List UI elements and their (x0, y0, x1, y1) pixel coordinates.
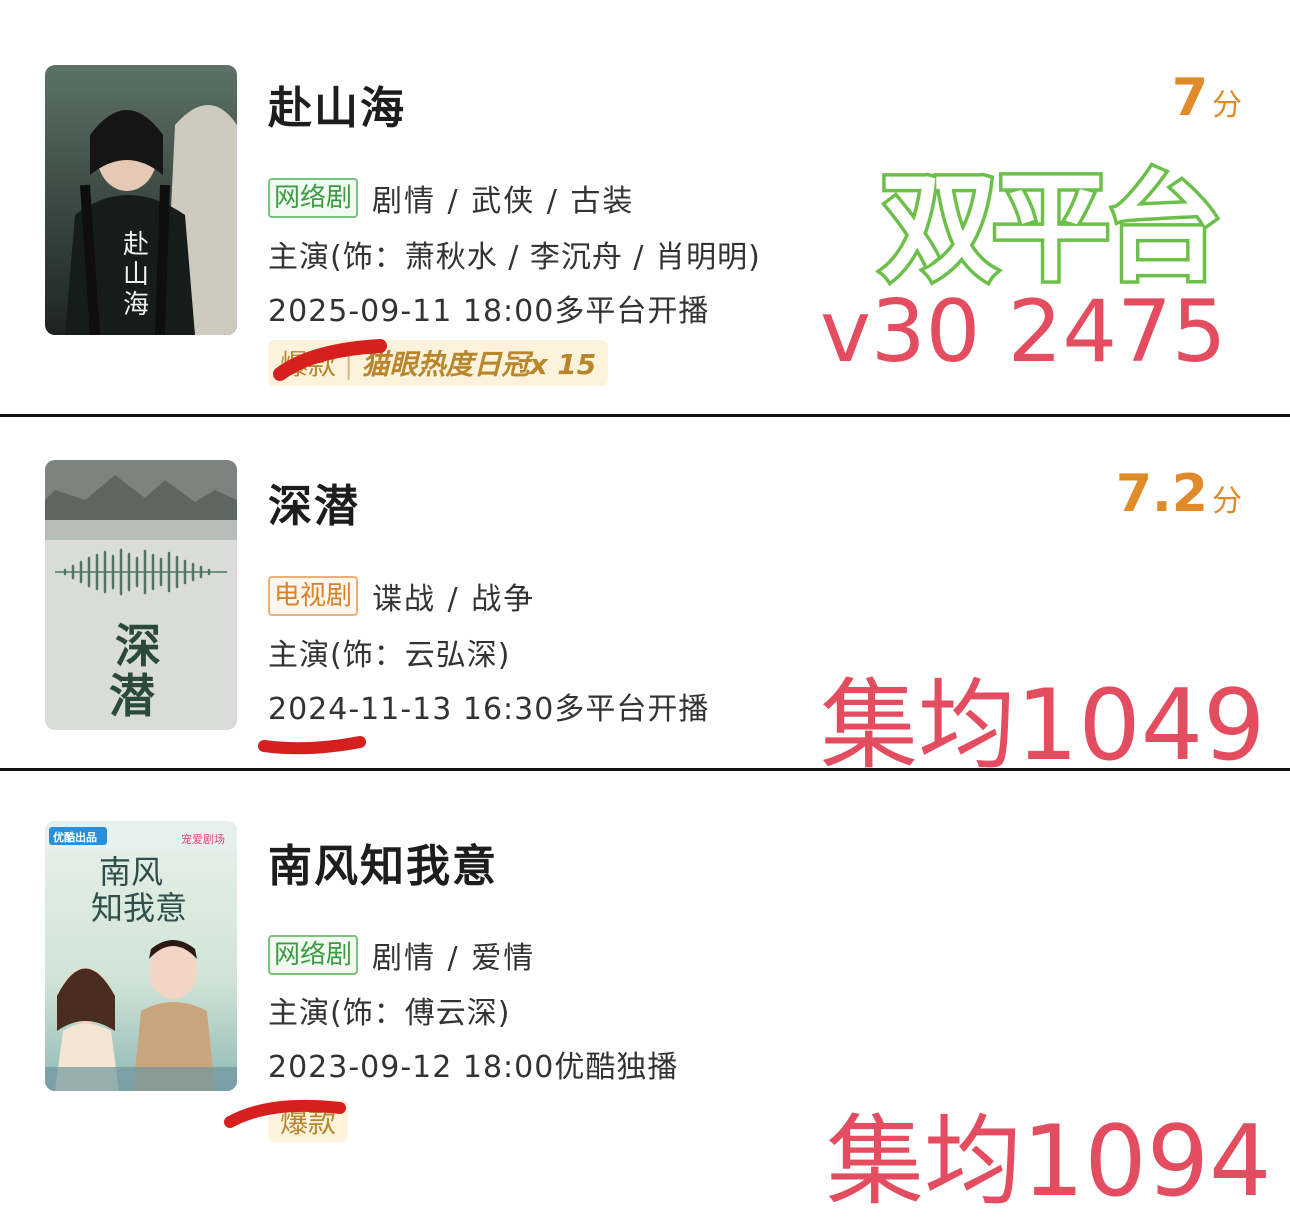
episode-average-annotation-1: 集均1049 (820, 669, 1266, 783)
rating-unit: 分 (1212, 484, 1242, 519)
show-title[interactable]: 深潜 (268, 470, 360, 534)
airing-text: 2023-09-12 18:00优酷独播 (268, 1050, 679, 1085)
show-title[interactable]: 南风知我意 (268, 830, 498, 894)
show-title[interactable]: 赴山海 (268, 72, 406, 136)
rating-unit: 分 (1212, 88, 1242, 123)
episode-average-annotation-2: 集均1094 (826, 1105, 1272, 1219)
rating-value: 7.2 (1115, 464, 1208, 524)
poster-image[interactable]: 赴山海 (45, 65, 237, 335)
genre-text: 谍战 / 战争 (372, 582, 536, 617)
red-underline (258, 736, 366, 755)
dual-platform-annotation: 双平台 (880, 159, 1222, 297)
red-marker-stroke (224, 1099, 346, 1128)
tag-row: 网络剧 剧情 / 武侠 / 古装 (268, 176, 634, 220)
v30-annotation: v30 2475 (820, 282, 1227, 382)
poster-image[interactable]: 优酷出品 宠爱剧场 南风 知我意 (45, 821, 237, 1091)
poster-title-2: 知我意 (91, 889, 188, 927)
rating-score: 7.2 分 (1116, 464, 1242, 524)
cast-text: 主演(饰：萧秋水 / 李沉舟 / 肖明明) (268, 240, 761, 275)
genre-text: 剧情 / 爱情 (372, 941, 536, 976)
poster-label-youku: 优酷出品 (53, 831, 97, 844)
section-divider (0, 768, 1290, 771)
badge-detail: 猫眼热度日冠x 15 (361, 348, 597, 381)
category-badge: 电视剧 (268, 576, 359, 616)
genre-text: 剧情 / 武侠 / 古装 (372, 184, 635, 219)
category-badge: 网络剧 (268, 935, 359, 975)
poster-title: 赴山海 (123, 230, 150, 320)
rating-value: 7 (1171, 68, 1208, 128)
airing-text: 2025-09-11 18:00多平台开播 (268, 294, 710, 329)
tag-row: 电视剧 谍战 / 战争 (268, 574, 535, 618)
rating-score: 7分 (1172, 68, 1242, 128)
poster-image[interactable]: 深 潜 (45, 460, 237, 730)
cast-text: 主演(饰：云弘深) (268, 638, 511, 673)
airing-text: 2024-11-13 16:30多平台开播 (268, 692, 710, 727)
section-divider (0, 414, 1290, 417)
category-badge: 网络剧 (268, 178, 359, 218)
cast-text: 主演(饰：傅云深) (268, 996, 511, 1031)
red-marker-stroke (273, 339, 387, 381)
tag-row: 网络剧 剧情 / 爱情 (268, 933, 535, 977)
poster-label-theater: 宠爱剧场 (181, 833, 225, 846)
poster-title-2: 潜 (109, 669, 155, 723)
